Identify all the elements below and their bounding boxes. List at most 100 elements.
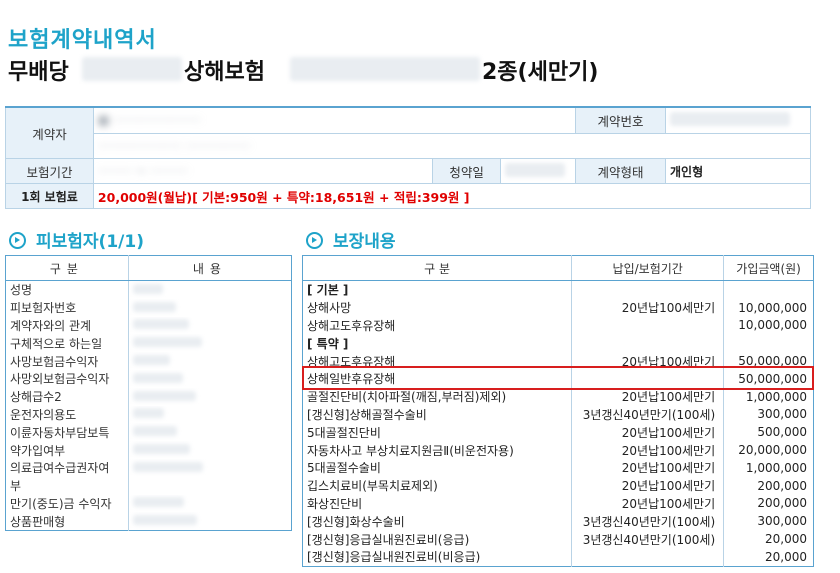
coverage-row: [갱신형]상해골절수술비 3년갱신40년만기(100세) 300,000 xyxy=(303,405,814,424)
insured-row-value xyxy=(127,369,292,388)
coverage-amount: 500,000 xyxy=(723,423,814,442)
coverage-row: 깁스치료비(부목치료제외) 20년납100세만기 200,000 xyxy=(303,476,814,495)
insured-row-value xyxy=(127,458,292,477)
insured-row-label: 상품판매형 xyxy=(10,514,66,529)
circle-arrow-icon xyxy=(9,232,26,249)
coverage-row: 자동차사고 부상치료지원금Ⅱ(비운전자용) 20년납100세만기 20,000,00… xyxy=(303,441,814,459)
coverage-name: [갱신형]응급실내원진료비(응급) xyxy=(307,532,470,547)
insured-table: 구분 내용 성명 피보험자번호 계약자와의 관계 구체적으로 하는일 사망보험금수익자 사… xyxy=(5,255,292,532)
coverage-amount: 300,000 xyxy=(723,512,814,531)
insured-row-label: 구체적으로 하는일 xyxy=(10,336,103,351)
coverage-header-category: 구 분 xyxy=(302,255,572,281)
coverage-amount: 1,000,000 xyxy=(723,387,814,406)
insured-header-content: 내용 xyxy=(127,255,292,281)
document-title: 보험계약내역서 xyxy=(8,28,157,53)
coverage-name: 상해일반후유장해 xyxy=(307,372,396,387)
coverage-group-row: [ 특약 ] xyxy=(303,334,814,353)
coverage-amount: 20,000 xyxy=(723,530,814,548)
insured-header-category: 구분 xyxy=(5,255,129,281)
period-label: 보험기간 xyxy=(5,158,94,184)
coverage-amount: 20,000,000 xyxy=(723,441,814,459)
coverage-name: [ 기본 ] xyxy=(307,283,349,298)
contract-type-value: 개인형 xyxy=(664,158,812,184)
insured-row: 상해급수2 xyxy=(6,387,292,406)
coverage-name: [갱신형]상해골절수술비 xyxy=(307,407,427,422)
coverage-amount: 20,000 xyxy=(723,547,814,567)
coverage-amount: 300,000 xyxy=(723,405,814,424)
coverage-row: 상해사망 20년납100세만기 10,000,000 xyxy=(303,298,814,317)
coverage-row: [갱신형]화상수술비 3년갱신40년만기(100세) 300,000 xyxy=(303,512,814,531)
coverage-period: 20년납100세만기 xyxy=(571,298,724,317)
coverage-name: 깁스치료비(부목치료제외) xyxy=(307,479,438,494)
coverage-name: 상해고도후유장해 xyxy=(307,354,396,369)
circle-arrow-icon xyxy=(306,232,323,249)
insured-row-value xyxy=(127,494,292,513)
coverage-period: 20년납100세만기 xyxy=(571,494,724,513)
insured-row-value xyxy=(127,476,292,495)
coverage-row: 상해고도후유장해 10,000,000 xyxy=(303,316,814,335)
coverage-row: 상해일반후유장해 50,000,000 xyxy=(303,369,814,388)
insured-row: 이륜자동차부담보특 xyxy=(6,423,292,442)
coverage-period: 20년납100세만기 xyxy=(571,352,724,370)
insured-row-value xyxy=(127,280,292,299)
contract-no-value xyxy=(664,106,812,134)
coverage-name: [ 특약 ] xyxy=(307,336,349,351)
period-value: ········· ~ ·········· xyxy=(92,158,434,184)
coverage-row: 5대골절수술비 20년납100세만기 1,000,000 xyxy=(303,458,814,477)
coverage-header-amount: 가입금액(원) xyxy=(723,255,814,281)
coverage-period: 3년갱신40년만기(100세) xyxy=(571,530,724,548)
application-date-label: 청약일 xyxy=(432,158,502,184)
coverage-name: 골절진단비(치아파절(깨짐,부러짐)제외) xyxy=(307,390,507,405)
coverage-amount: 200,000 xyxy=(723,476,814,495)
coverage-table: 구 분 납입/보험기간 가입금액(원) [ 기본 ] 상해사망 20년납100세만기… xyxy=(302,255,814,567)
insured-row-value xyxy=(127,387,292,406)
coverage-section-title: 보장내용 xyxy=(306,227,396,252)
insured-row: 사망외보험금수익자 xyxy=(6,369,292,388)
coverage-period: 3년갱신40년만기(100세) xyxy=(571,405,724,424)
contract-no-label: 계약번호 xyxy=(575,106,666,134)
insured-row: 만기(중도)금 수익자 xyxy=(6,494,292,513)
insured-row: 의료급여수급권자여 xyxy=(6,458,292,477)
insured-row-value xyxy=(127,352,292,370)
coverage-amount: 10,000,000 xyxy=(723,298,814,317)
insured-row-value xyxy=(127,334,292,353)
coverage-group-row: [ 기본 ] xyxy=(303,280,814,299)
redacted-product-name xyxy=(82,57,182,81)
insured-row-label: 운전자의용도 xyxy=(10,407,77,422)
insured-row-value xyxy=(127,405,292,424)
coverage-amount: 1,000,000 xyxy=(723,458,814,477)
premium-label: 1회 보험료 xyxy=(5,183,94,209)
coverage-period xyxy=(571,334,724,353)
coverage-row: [갱신형]응급실내원진료비(비응급) 20,000 xyxy=(303,547,814,567)
coverage-amount xyxy=(723,334,814,353)
insured-row: 사망보험금수익자 xyxy=(6,352,292,370)
insured-row-value xyxy=(127,298,292,317)
premium-value: 20,000원(월납)[ 기본:950원 + 특약:18,651원 + 적립:3… xyxy=(92,183,812,209)
coverage-period xyxy=(571,369,724,388)
coverage-period xyxy=(571,316,724,335)
insured-row: 계약자와의 관계 xyxy=(6,316,292,335)
coverage-name: 5대골절수술비 xyxy=(307,461,381,476)
insured-row-label: 약가입여부 xyxy=(10,443,66,458)
coverage-amount: 50,000,000 xyxy=(723,369,814,388)
insured-row-label: 사망보험금수익자 xyxy=(10,354,99,369)
insured-row: 피보험자번호 xyxy=(6,298,292,317)
coverage-name: 자동차사고 부상치료지원금Ⅱ(비운전자용) xyxy=(307,443,514,458)
insured-row: 상품판매형 xyxy=(6,512,292,531)
insured-row: 약가입여부 xyxy=(6,441,292,459)
coverage-period xyxy=(571,547,724,567)
coverage-row: 상해고도후유장해 20년납100세만기 50,000,000 xyxy=(303,352,814,370)
coverage-amount xyxy=(723,280,814,299)
insured-row-label: 계약자와의 관계 xyxy=(10,318,92,333)
coverage-name: 상해고도후유장해 xyxy=(307,318,396,333)
application-date-value xyxy=(500,158,577,184)
insured-row-label: 만기(중도)금 수익자 xyxy=(10,496,112,511)
coverage-name: [갱신형]응급실내원진료비(비응급) xyxy=(307,550,481,565)
insured-row-label: 상해급수2 xyxy=(10,390,62,405)
coverage-row: [갱신형]응급실내원진료비(응급) 3년갱신40년만기(100세) 20,000 xyxy=(303,530,814,548)
coverage-row: 골절진단비(치아파절(깨짐,부러짐)제외) 20년납100세만기 1,000,000 xyxy=(303,387,814,406)
coverage-period: 20년납100세만기 xyxy=(571,387,724,406)
product-suffix: 2종(세만기) xyxy=(482,60,599,85)
coverage-name: 화상진단비 xyxy=(307,496,363,511)
coverage-period xyxy=(571,280,724,299)
